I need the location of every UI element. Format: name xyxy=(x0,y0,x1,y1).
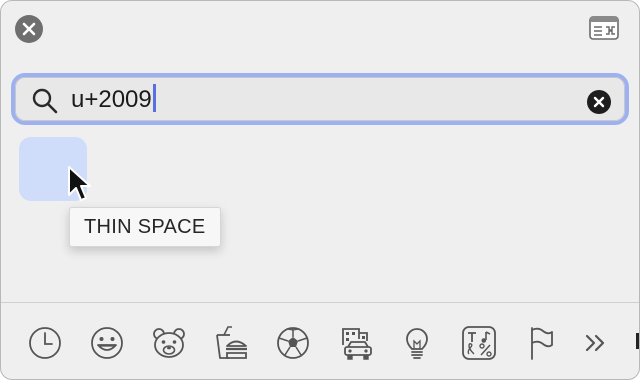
expand-viewer-button[interactable] xyxy=(589,16,619,40)
search-field[interactable]: u+2009 xyxy=(11,73,629,125)
text-caret xyxy=(152,84,156,112)
car-building-icon xyxy=(342,328,372,360)
mouse-pointer-icon xyxy=(68,166,91,201)
bear-icon xyxy=(153,328,185,358)
soccer-ball-icon xyxy=(277,327,309,359)
search-input-value: u+2009 xyxy=(71,86,152,113)
category-food-drink[interactable] xyxy=(213,325,249,361)
close-icon xyxy=(22,22,36,36)
category-frequently-used[interactable] xyxy=(27,325,63,361)
clear-icon xyxy=(593,96,605,108)
character-viewer-icon xyxy=(589,16,619,40)
category-more[interactable] xyxy=(579,325,615,361)
category-travel-places[interactable] xyxy=(337,325,373,361)
flag-icon xyxy=(531,327,553,360)
category-animals-nature[interactable] xyxy=(151,325,187,361)
close-button[interactable] xyxy=(15,15,43,43)
category-flags[interactable] xyxy=(523,325,559,361)
burger-drink-icon xyxy=(216,326,247,359)
window-edge-mark xyxy=(636,333,639,349)
category-symbols[interactable] xyxy=(461,325,497,361)
smiley-icon xyxy=(91,327,123,359)
result-tooltip: THIN SPACE xyxy=(69,207,221,247)
chevrons-right-icon xyxy=(585,334,605,352)
symbols-icon xyxy=(462,326,496,360)
search-icon xyxy=(32,88,58,114)
lightbulb-icon xyxy=(406,328,428,359)
clock-icon xyxy=(29,327,61,359)
category-bar xyxy=(1,303,639,379)
clear-search-button[interactable] xyxy=(587,90,611,114)
category-objects[interactable] xyxy=(399,325,435,361)
character-viewer-window: u+2009 THIN SPACE xyxy=(0,0,640,380)
category-smileys-people[interactable] xyxy=(89,325,125,361)
category-activity[interactable] xyxy=(275,325,311,361)
search-input[interactable]: u+2009 xyxy=(71,83,156,117)
